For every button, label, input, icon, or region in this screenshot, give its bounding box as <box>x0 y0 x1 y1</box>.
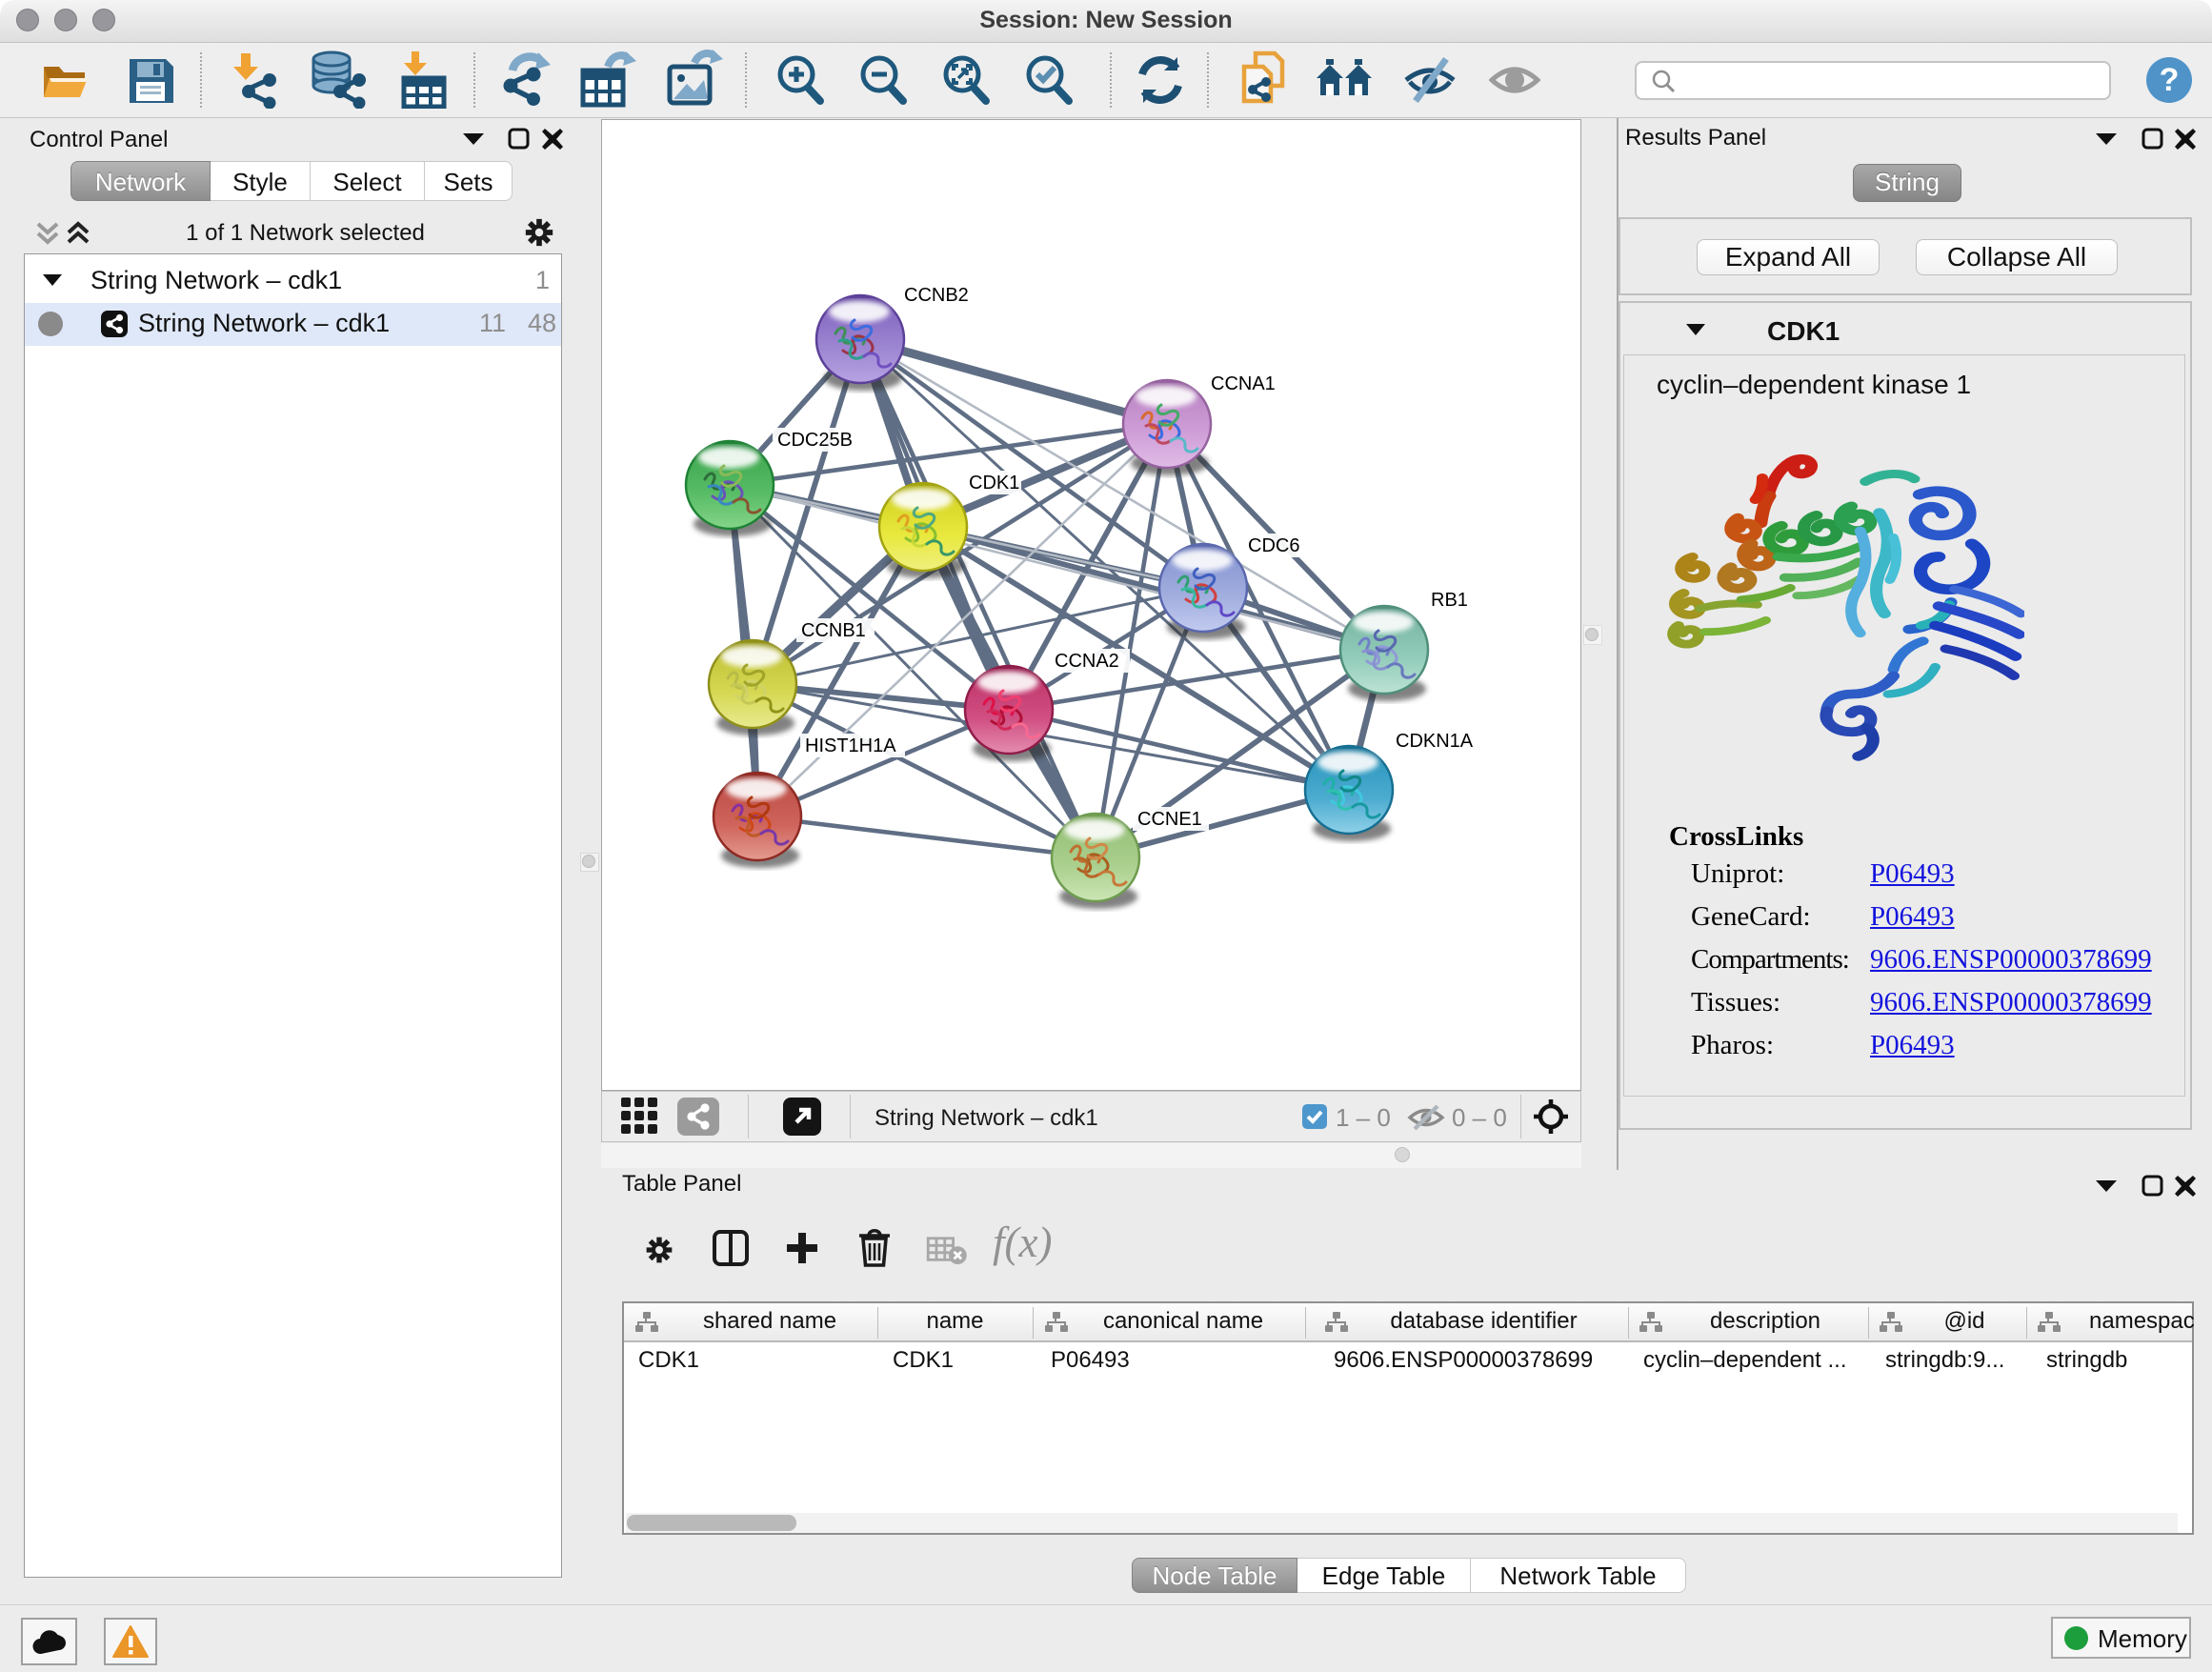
svg-text:CCNA1: CCNA1 <box>1211 373 1276 394</box>
svg-text:CDKN1A: CDKN1A <box>1396 731 1474 752</box>
svg-text:HIST1H1A: HIST1H1A <box>805 735 896 756</box>
svg-text:CDK1: CDK1 <box>969 473 1019 494</box>
svg-text:CCNB2: CCNB2 <box>904 285 969 306</box>
svg-text:CCNE1: CCNE1 <box>1137 809 1202 830</box>
svg-text:CCNB1: CCNB1 <box>801 620 866 641</box>
svg-text:CCNA2: CCNA2 <box>1055 651 1119 672</box>
svg-text:RB1: RB1 <box>1431 590 1468 611</box>
svg-text:?: ? <box>2160 62 2180 98</box>
svg-text:CDC6: CDC6 <box>1248 535 1299 556</box>
svg-text:CDC25B: CDC25B <box>777 430 853 451</box>
